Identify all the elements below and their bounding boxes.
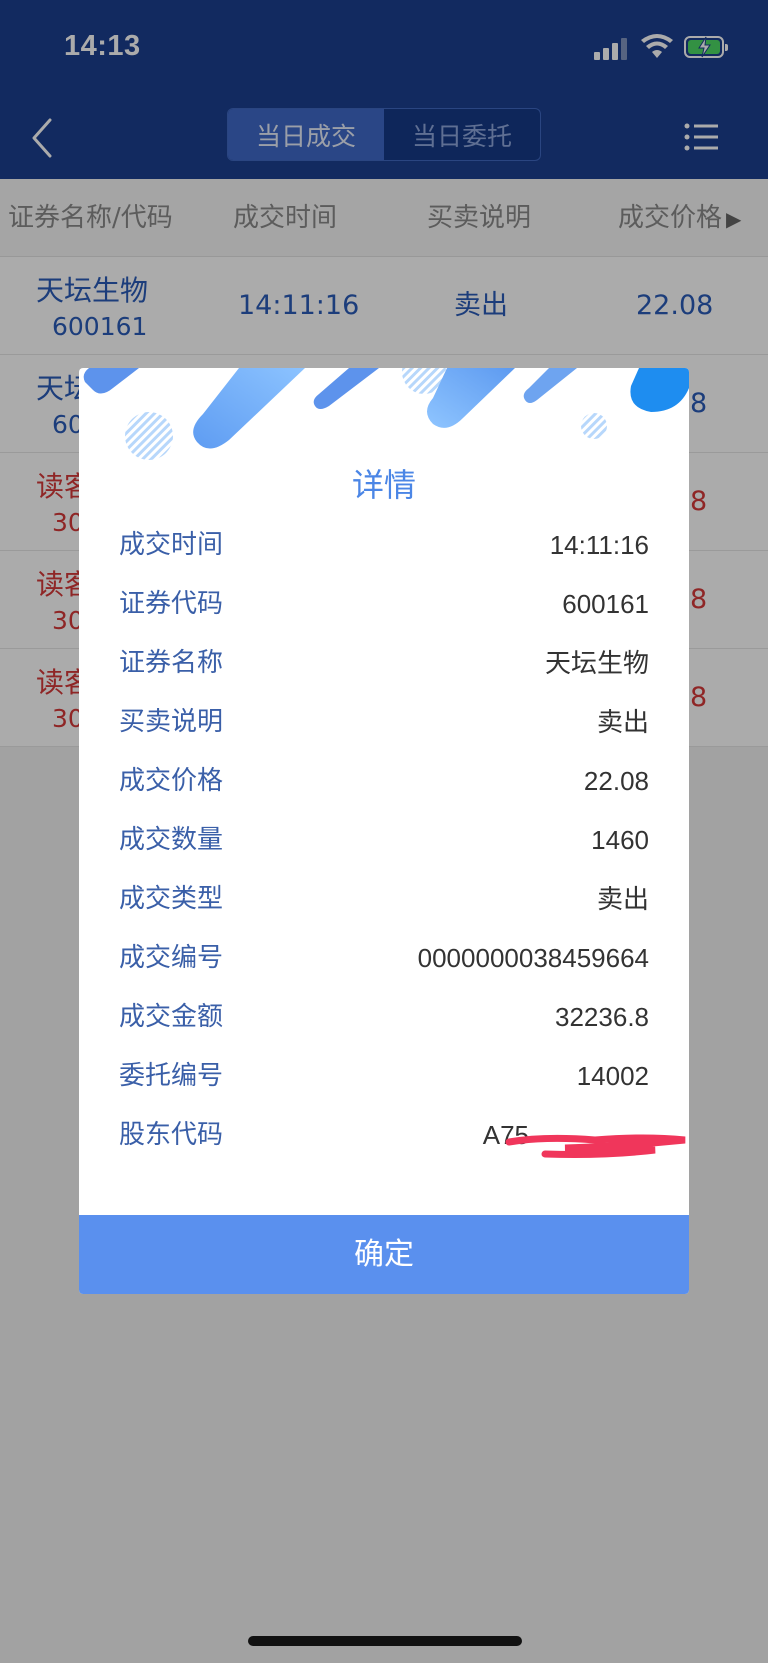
detail-value: 22.08 xyxy=(583,766,649,796)
detail-row: 成交金额 32236.8 xyxy=(119,997,649,1037)
detail-label: 成交数量 xyxy=(119,825,224,855)
detail-value: 32236.8 xyxy=(555,1002,649,1032)
detail-label: 委托编号 xyxy=(119,1061,224,1091)
detail-row: 成交类型 卖出 xyxy=(119,879,649,919)
detail-label: 成交价格 xyxy=(119,766,224,796)
detail-dialog: 详情 成交时间 14:11:16 证券代码 600161 证券名称 天坛生物 买… xyxy=(79,368,689,1294)
detail-row: 证券名称 天坛生物 xyxy=(119,643,649,683)
detail-label: 成交时间 xyxy=(119,530,224,560)
detail-label: 买卖说明 xyxy=(119,707,224,737)
detail-label: 证券代码 xyxy=(119,589,224,619)
detail-value: 卖出 xyxy=(596,707,649,737)
detail-label: 成交编号 xyxy=(119,943,224,973)
detail-label: 成交金额 xyxy=(119,1002,224,1032)
detail-row: 成交价格 22.08 xyxy=(119,761,649,801)
detail-row: 买卖说明 卖出 xyxy=(119,702,649,742)
detail-row: 成交数量 1460 xyxy=(119,820,649,860)
detail-row: 委托编号 14002 xyxy=(119,1056,649,1096)
detail-value: 14002 xyxy=(576,1061,649,1091)
detail-label: 证券名称 xyxy=(119,648,224,678)
dialog-header-decoration xyxy=(83,368,689,460)
detail-row: 成交时间 14:11:16 xyxy=(119,525,649,565)
dialog-title: 详情 xyxy=(351,466,416,504)
detail-row: 成交编号 0000000038459664 xyxy=(119,938,649,978)
detail-value: 天坛生物 xyxy=(544,648,649,678)
detail-row: 证券代码 600161 xyxy=(119,584,649,624)
detail-label: 成交类型 xyxy=(119,884,224,914)
detail-value: 卖出 xyxy=(596,884,649,914)
home-indicator[interactable] xyxy=(248,1636,522,1646)
detail-value: 1460 xyxy=(591,825,649,855)
redaction-scribble xyxy=(505,1134,686,1158)
confirm-button[interactable]: 确定 xyxy=(79,1215,689,1294)
detail-value: 600161 xyxy=(562,589,649,619)
detail-value: 0000000038459664 xyxy=(417,943,649,973)
detail-label: 股东代码 xyxy=(119,1120,224,1150)
detail-value: 14:11:16 xyxy=(549,530,649,560)
